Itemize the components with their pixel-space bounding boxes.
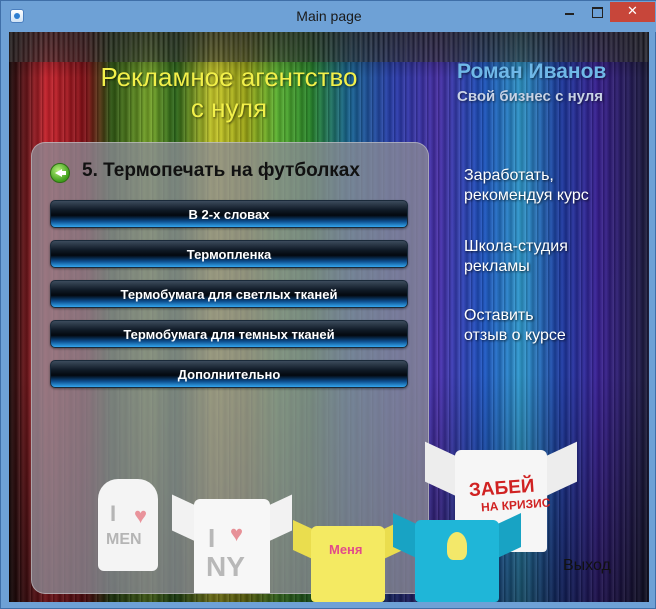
section-title: 5. Термопечать на футболках	[82, 160, 360, 181]
link-ad-school-line1: Школа-студия	[464, 238, 568, 255]
link-ad-school-line2: рекламы	[464, 258, 530, 275]
tshirt-ny-text-ny: NY	[206, 551, 245, 582]
link-earn-referral[interactable]: Заработать, рекомендуя курс	[464, 166, 634, 206]
link-leave-review[interactable]: Оставить отзыв о курсе	[464, 306, 634, 346]
tank-text-men: MEN	[106, 531, 142, 548]
tshirt-yellow-text: Меня	[329, 542, 363, 557]
app-window: Main page ✕ Рекламное агентство с нуля Р…	[0, 0, 656, 609]
link-ad-school[interactable]: Школа-студия рекламы	[464, 237, 634, 277]
link-leave-review-line1: Оставить	[464, 307, 534, 324]
tshirt-cyan-image	[393, 512, 521, 602]
minimize-button[interactable]	[556, 2, 583, 22]
heart-icon: ♥	[134, 503, 148, 528]
close-button[interactable]: ✕	[610, 2, 655, 22]
heart-icon: ♥	[230, 521, 244, 546]
tank-text-i: I	[110, 501, 117, 526]
author-tagline: Свой бизнес с нуля	[457, 88, 604, 105]
tank-top-image: I ♥ MEN	[88, 461, 168, 571]
agency-title: Рекламное агентство с нуля	[69, 62, 389, 124]
link-leave-review-line2: отзыв о курсе	[464, 327, 566, 344]
maximize-button[interactable]	[583, 2, 610, 22]
link-earn-referral-line2: рекомендуя курс	[464, 187, 589, 204]
agency-title-line1: Рекламное агентство	[100, 62, 358, 92]
menu-button-overview[interactable]: В 2-х словах	[50, 200, 408, 228]
angel-icon	[447, 532, 467, 560]
tshirt-ny-text-i: I	[208, 523, 216, 553]
menu-button-additional[interactable]: Дополнительно	[50, 360, 408, 388]
link-earn-referral-line1: Заработать,	[464, 167, 554, 184]
menu-button-dark-fabrics[interactable]: Термобумага для темных тканей	[50, 320, 408, 348]
tshirt-ny-image: I ♥ NY	[172, 493, 292, 593]
title-bar[interactable]: Main page ✕	[1, 1, 656, 32]
menu-button-thermofilm[interactable]: Термопленка	[50, 240, 408, 268]
back-arrow-icon[interactable]	[50, 163, 70, 183]
exit-link[interactable]: Выход	[563, 557, 611, 575]
menu-button-light-fabrics[interactable]: Термобумага для светлых тканей	[50, 280, 408, 308]
agency-title-line2: с нуля	[190, 93, 268, 123]
tshirt-yellow-image: Меня	[293, 519, 403, 602]
main-content: Рекламное агентство с нуля Роман Иванов …	[9, 32, 649, 602]
author-name: Роман Иванов	[457, 60, 607, 83]
